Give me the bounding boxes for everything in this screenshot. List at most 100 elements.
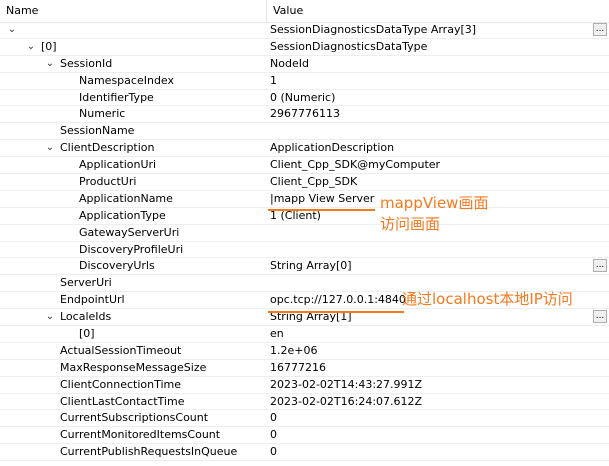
row-name-cell: ProductUri <box>0 174 267 190</box>
tree-row[interactable]: ProductUri Client_Cpp_SDK <box>0 174 609 191</box>
row-name-cell: ServerUri <box>0 275 267 291</box>
row-name: SessionId <box>60 56 113 70</box>
ellipsis-button[interactable]: ... <box>593 23 607 36</box>
row-value: 16777216 <box>270 360 326 374</box>
row-name: CurrentMonitoredItemsCount <box>60 428 221 442</box>
row-name-cell: ClientConnectionTime <box>0 377 267 393</box>
row-name-cell: ApplicationType <box>0 208 267 224</box>
row-name: ApplicationName <box>79 191 173 205</box>
row-name: Numeric <box>79 107 126 121</box>
row-name: ApplicationUri <box>79 158 157 172</box>
row-name-cell: Numeric <box>0 106 267 122</box>
tree-row[interactable]: ⌄ SessionDiagnosticsDataType Array[3]... <box>0 22 609 39</box>
row-name-cell: NamespaceIndex <box>0 73 267 89</box>
tree-row[interactable]: SessionName <box>0 123 609 141</box>
ellipsis-button[interactable]: ... <box>593 259 607 273</box>
row-value: 1.2e+06 <box>270 343 318 357</box>
row-name-cell: ⌄ LocaleIds <box>0 309 267 325</box>
row-name: ActualSessionTimeout <box>60 343 182 357</box>
row-value <box>270 275 590 291</box>
row-value: SessionDiagnosticsDataType <box>270 39 428 53</box>
tree-row[interactable]: ⌄ ClientDescription ApplicationDescription <box>0 140 609 158</box>
row-value: Client_Cpp_SDK <box>270 175 358 189</box>
name-column-header[interactable]: Name <box>0 0 267 22</box>
ellipsis-button[interactable]: ... <box>593 310 607 324</box>
row-value <box>270 123 590 139</box>
tree-row[interactable]: ActualSessionTimeout 1.2e+06 <box>0 343 609 360</box>
tree-row[interactable]: CurrentSubscriptionsCount 0 <box>0 410 609 428</box>
tree-row[interactable]: Numeric 2967776113 <box>0 106 609 124</box>
row-name: GatewayServerUri <box>79 225 180 239</box>
row-name-cell: GatewayServerUri <box>0 225 267 241</box>
tree-row[interactable]: [0] en <box>0 326 609 343</box>
endpoint-url-underline <box>268 311 404 313</box>
row-name-cell: IdentifierType <box>0 90 267 106</box>
tree-row[interactable]: CurrentMonitoredItemsCount 0 <box>0 427 609 445</box>
tree-row[interactable]: ApplicationUri Client_Cpp_SDK@myComputer <box>0 157 609 175</box>
row-name: MaxResponseMessageSize <box>60 360 207 374</box>
row-name: CurrentPublishRequestsInQueue <box>60 445 238 459</box>
column-header: Name Value <box>0 0 609 23</box>
row-name: ClientLastContactTime <box>60 394 185 408</box>
chevron-down-icon[interactable]: ⌄ <box>25 39 37 55</box>
tree-row[interactable]: DiscoveryProfileUri <box>0 242 609 259</box>
row-name-cell: ApplicationUri <box>0 157 267 173</box>
tree-row[interactable]: IdentifierType 0 (Numeric) <box>0 90 609 107</box>
row-name: [0] <box>41 39 57 53</box>
tree-row[interactable]: ⌄ [0] SessionDiagnosticsDataType <box>0 39 609 56</box>
tree-row[interactable]: GatewayServerUri <box>0 225 609 242</box>
row-value: SessionDiagnosticsDataType Array[3] <box>270 23 477 36</box>
tree-row[interactable]: ⌄ SessionId NodeId <box>0 56 609 73</box>
value-column-header[interactable]: Value <box>267 0 609 22</box>
row-name: IdentifierType <box>79 90 154 104</box>
row-value: 0 (Numeric) <box>270 90 336 104</box>
row-name: EndpointUrl <box>60 293 125 307</box>
row-name-cell: SessionName <box>0 123 267 139</box>
property-tree: ⌄ SessionDiagnosticsDataType Array[3]... ⌄… <box>0 22 609 462</box>
row-value: 0 <box>270 445 277 459</box>
row-name: NamespaceIndex <box>79 73 175 87</box>
row-name-cell: ⌄ [0] <box>0 39 267 55</box>
chevron-down-icon[interactable]: ⌄ <box>44 140 56 156</box>
row-name: ProductUri <box>79 175 137 189</box>
tree-row[interactable]: NamespaceIndex 1 <box>0 73 609 90</box>
row-name-cell: ⌄ ClientDescription <box>0 140 267 156</box>
row-name: ClientConnectionTime <box>60 377 182 391</box>
row-value: 0 <box>270 428 277 442</box>
row-name: DiscoveryUrls <box>79 259 155 273</box>
row-value: 2967776113 <box>270 107 340 121</box>
chevron-down-icon[interactable]: ⌄ <box>44 56 56 72</box>
tree-row[interactable]: ApplicationName |mapp View Server <box>0 191 609 208</box>
row-value: 2023-02-02T16:24:07.612Z <box>270 394 423 408</box>
row-value: en <box>270 327 284 341</box>
application-name-underline <box>268 209 375 211</box>
row-value: 0 <box>270 411 277 425</box>
row-name-cell: ApplicationName <box>0 191 267 207</box>
mappview-annotation-line1: mappView画面 <box>380 194 489 212</box>
chevron-down-icon[interactable]: ⌄ <box>6 22 18 38</box>
tree-row[interactable]: CurrentPublishRequestsInQueue 0 <box>0 444 609 462</box>
row-value: String Array[0] <box>270 259 352 273</box>
tree-row[interactable]: DiscoveryUrls String Array[0]... <box>0 258 609 276</box>
row-name: DiscoveryProfileUri <box>79 242 184 256</box>
row-value <box>270 242 590 258</box>
row-name-cell: [0] <box>0 326 267 342</box>
row-value: NodeId <box>270 56 309 70</box>
row-name-cell: CurrentMonitoredItemsCount <box>0 427 267 443</box>
chevron-down-icon[interactable]: ⌄ <box>44 309 56 325</box>
row-name: LocaleIds <box>60 310 112 324</box>
mappview-annotation-line2: 访问画面 <box>380 215 441 233</box>
row-name: [0] <box>79 327 95 341</box>
row-value: 2023-02-02T14:43:27.991Z <box>270 377 423 391</box>
tree-row[interactable]: ClientLastContactTime 2023-02-02T16:24:07… <box>0 394 609 411</box>
row-name: ServerUri <box>60 276 112 290</box>
row-value: 1 <box>270 73 277 87</box>
row-name-cell: CurrentPublishRequestsInQueue <box>0 444 267 460</box>
row-value: ApplicationDescription <box>270 141 395 155</box>
row-name: CurrentSubscriptionsCount <box>60 411 209 425</box>
row-name-cell: DiscoveryProfileUri <box>0 242 267 258</box>
row-name-cell: DiscoveryUrls <box>0 258 267 274</box>
tree-row[interactable]: ClientConnectionTime 2023-02-02T14:43:27.… <box>0 377 609 394</box>
tree-row[interactable]: MaxResponseMessageSize 16777216 <box>0 360 609 377</box>
row-name-cell: ActualSessionTimeout <box>0 343 267 359</box>
